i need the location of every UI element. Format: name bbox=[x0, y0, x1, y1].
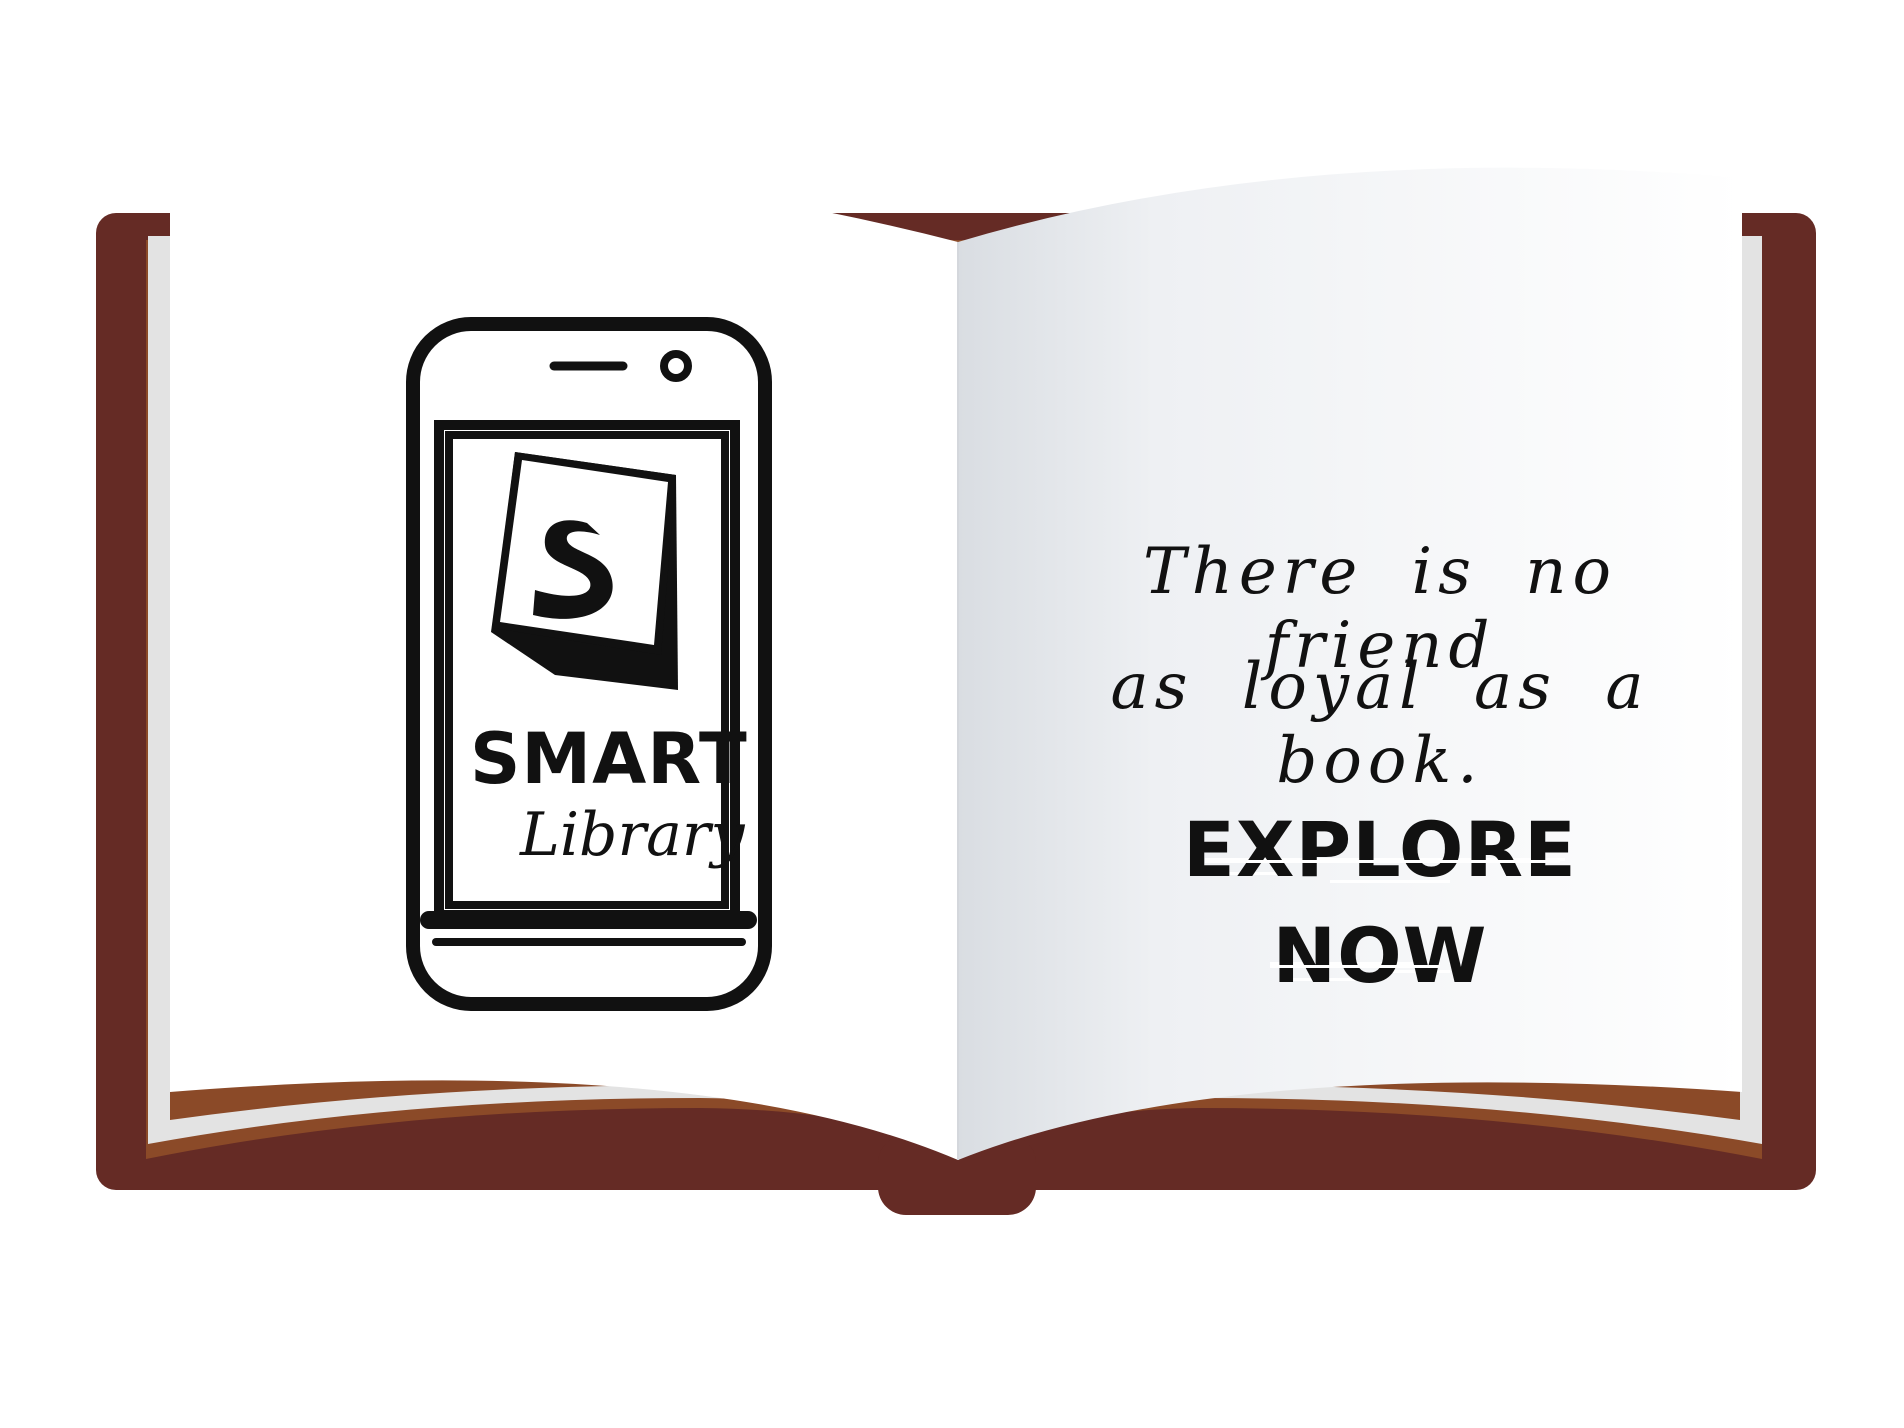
cta-explore[interactable]: EXPLORE bbox=[1110, 812, 1650, 888]
brand-name-library: Library bbox=[520, 800, 745, 870]
cta-glitch-overlay-2 bbox=[1270, 965, 1440, 968]
cta-glitch-overlay-1 bbox=[1205, 860, 1560, 863]
stage: SMART Library There is no friend as loya… bbox=[0, 0, 1904, 1428]
quote-line-2: as loyal as a book. bbox=[1110, 650, 1650, 798]
cta-now[interactable]: NOW bbox=[1110, 918, 1650, 994]
brand-name-smart: SMART bbox=[470, 718, 748, 800]
